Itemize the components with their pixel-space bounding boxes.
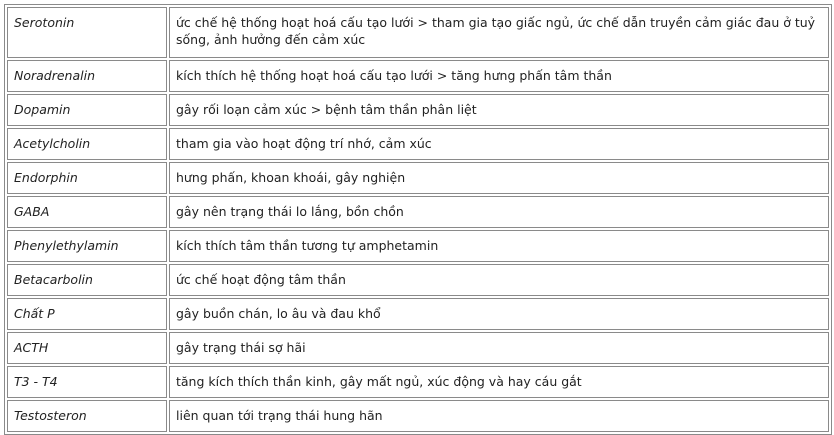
table-row: Noradrenalin kích thích hệ thống hoạt ho… [7, 60, 829, 92]
table-row: Phenylethylamin kích thích tâm thần tươn… [7, 230, 829, 262]
substance-name: Testosteron [7, 400, 167, 432]
substance-name: Dopamin [7, 94, 167, 126]
substance-name: T3 - T4 [7, 366, 167, 398]
substance-name: Chất P [7, 298, 167, 330]
substance-name: Betacarbolin [7, 264, 167, 296]
neurotransmitter-table: Serotonin ức chế hệ thống hoạt hoá cấu t… [4, 4, 832, 435]
substance-effect: ức chế hệ thống hoạt hoá cấu tạo lưới > … [169, 7, 829, 58]
table-row: Acetylcholin tham gia vào hoạt động trí … [7, 128, 829, 160]
substance-effect: liên quan tới trạng thái hung hãn [169, 400, 829, 432]
substance-effect: gây rối loạn cảm xúc > bệnh tâm thần phâ… [169, 94, 829, 126]
table-row: ACTH gây trạng thái sợ hãi [7, 332, 829, 364]
table-row: Betacarbolin ức chế hoạt động tâm thần [7, 264, 829, 296]
table-row: Endorphin hưng phấn, khoan khoái, gây ng… [7, 162, 829, 194]
substance-effect: hưng phấn, khoan khoái, gây nghiện [169, 162, 829, 194]
substance-effect: gây trạng thái sợ hãi [169, 332, 829, 364]
substance-effect: tăng kích thích thần kinh, gây mất ngủ, … [169, 366, 829, 398]
table-row: Dopamin gây rối loạn cảm xúc > bệnh tâm … [7, 94, 829, 126]
substance-name: Endorphin [7, 162, 167, 194]
substance-name: ACTH [7, 332, 167, 364]
substance-effect: kích thích hệ thống hoạt hoá cấu tạo lướ… [169, 60, 829, 92]
substance-name: Acetylcholin [7, 128, 167, 160]
substance-effect: gây buồn chán, lo âu và đau khổ [169, 298, 829, 330]
substance-effect: gây nên trạng thái lo lắng, bồn chồn [169, 196, 829, 228]
substance-effect: tham gia vào hoạt động trí nhớ, cảm xúc [169, 128, 829, 160]
substance-effect: kích thích tâm thần tương tự amphetamin [169, 230, 829, 262]
substance-name: Phenylethylamin [7, 230, 167, 262]
table-row: GABA gây nên trạng thái lo lắng, bồn chồ… [7, 196, 829, 228]
substance-name: Serotonin [7, 7, 167, 58]
substance-name: Noradrenalin [7, 60, 167, 92]
substance-effect: ức chế hoạt động tâm thần [169, 264, 829, 296]
table-row: Chất P gây buồn chán, lo âu và đau khổ [7, 298, 829, 330]
table-row: Testosteron liên quan tới trạng thái hun… [7, 400, 829, 432]
content-area: Serotonin ức chế hệ thống hoạt hoá cấu t… [0, 0, 834, 435]
table-row: T3 - T4 tăng kích thích thần kinh, gây m… [7, 366, 829, 398]
table-row: Serotonin ức chế hệ thống hoạt hoá cấu t… [7, 7, 829, 58]
substance-name: GABA [7, 196, 167, 228]
